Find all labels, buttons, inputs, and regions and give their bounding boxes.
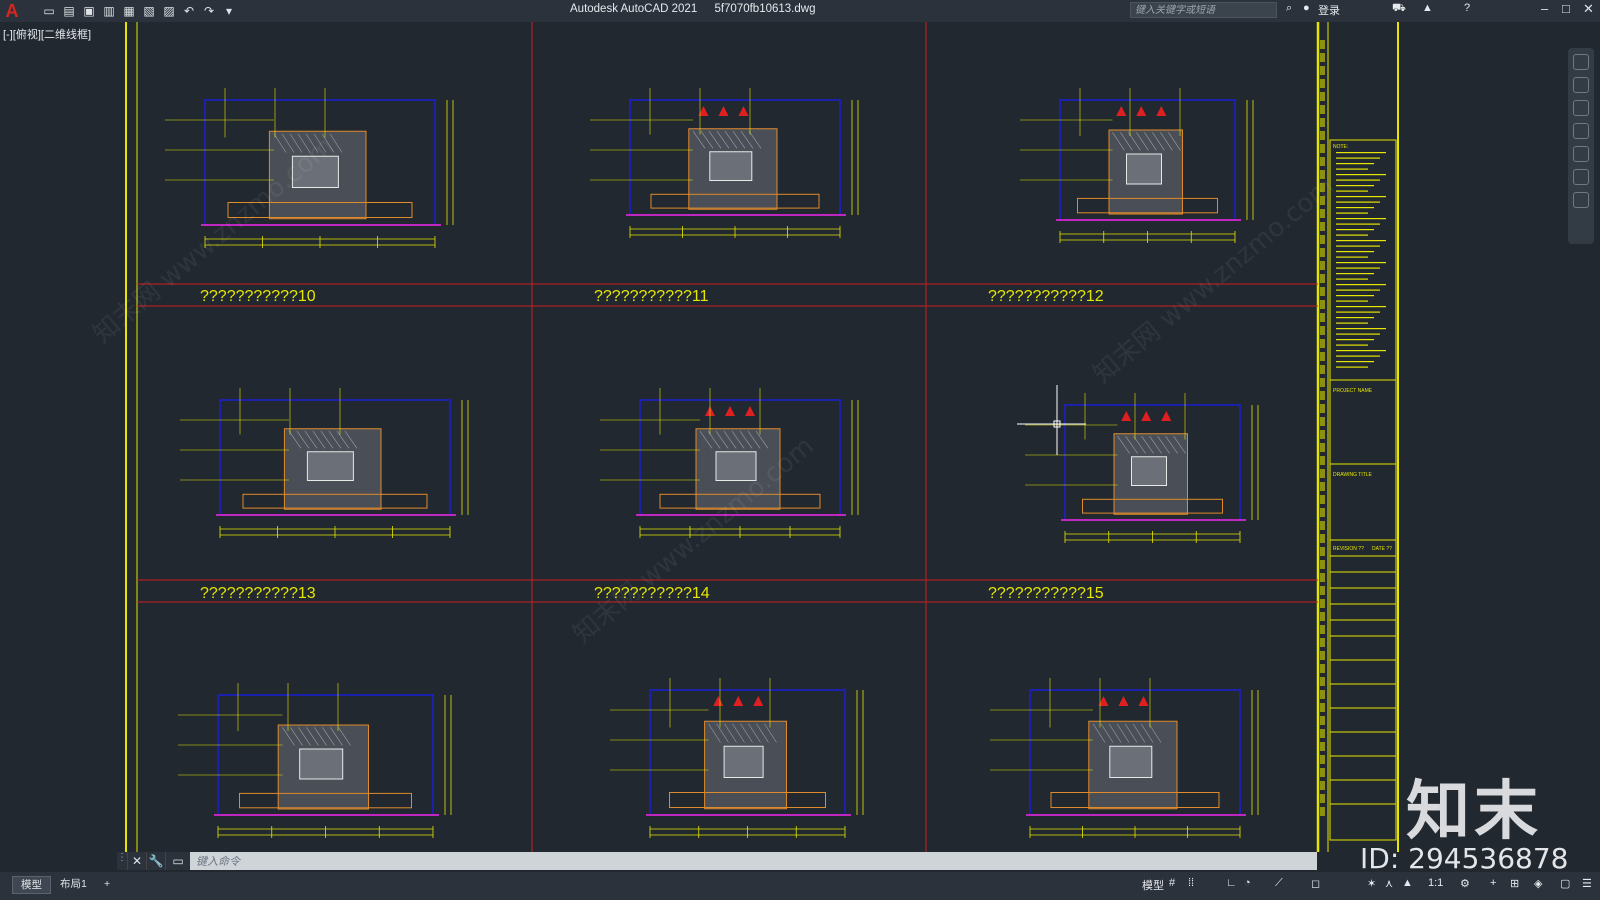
open-folder-icon[interactable]: ▤	[62, 4, 76, 18]
navigation-bar	[1568, 48, 1594, 244]
polar-icon[interactable]: ◔	[1244, 877, 1251, 889]
maximize-icon[interactable]: □	[1562, 1, 1570, 16]
panel-title-15: ???????????15	[988, 585, 1104, 602]
nav-menu-icon[interactable]	[1573, 192, 1589, 208]
status-bar	[0, 872, 1600, 900]
model-space-toggle[interactable]: 模型	[1142, 877, 1164, 893]
snap-icon[interactable]: ⁞⁞	[1188, 877, 1194, 889]
window-title: Autodesk AutoCAD 2021 5f7070fb10613.dwg	[570, 3, 829, 15]
user-icon[interactable]: ●	[1303, 2, 1310, 14]
command-input[interactable]: 键入命令	[196, 853, 240, 869]
showmotion-icon[interactable]	[1573, 169, 1589, 185]
annotation-scale-icon[interactable]: ▲	[1402, 877, 1413, 889]
command-line-grip-icon[interactable]: ⋮	[117, 852, 127, 870]
close-icon[interactable]: ✕	[1583, 1, 1594, 17]
new-file-icon[interactable]: ▭	[42, 4, 56, 18]
revision-label: REVISION ??	[1333, 546, 1364, 552]
project-name-label: PROJECT NAME	[1333, 388, 1373, 394]
annotation-monitor-icon[interactable]: +	[1490, 877, 1496, 889]
signin-link[interactable]: 登录	[1318, 2, 1340, 18]
keyword-search-input[interactable]: 键入关键字或短语	[1130, 2, 1277, 18]
pan-icon[interactable]	[1573, 100, 1589, 116]
watermark-id: ID: 294536878	[1360, 842, 1569, 875]
isodraft-icon[interactable]: ⟋	[1275, 877, 1283, 890]
tab-model[interactable]: 模型	[12, 876, 51, 894]
app-name: Autodesk AutoCAD 2021	[570, 3, 698, 15]
tab-layout1[interactable]: 布局1	[52, 876, 95, 892]
notes-heading: NOTE:	[1333, 144, 1348, 150]
command-line: ⋮ ✕ 🔧 ▭ 键入命令	[117, 852, 1317, 870]
command-customize-icon[interactable]: 🔧	[146, 852, 165, 870]
undo-icon[interactable]: ↶	[182, 4, 196, 18]
title-bar: A ▭ ▤ ▣ ▥ ▦ ▧ ▨ ↶ ↷ ▾ Autodesk AutoCAD 2…	[0, 0, 1600, 22]
scale-dropdown[interactable]: 1:1	[1428, 877, 1443, 889]
panel-title-11: ???????????11	[594, 288, 709, 305]
watermark-brand: 知末	[1406, 775, 1542, 849]
panel-title-13: ???????????13	[200, 585, 316, 602]
annotation-visibility-icon[interactable]: ✶	[1367, 877, 1376, 890]
recent-commands-icon[interactable]: ▭	[165, 852, 190, 870]
minimize-icon[interactable]: –	[1541, 1, 1548, 16]
auto-scale-icon[interactable]: ⋏	[1385, 877, 1393, 890]
panel-title-12: ???????????12	[988, 288, 1104, 305]
print-icon[interactable]: ▨	[162, 4, 176, 18]
panel-title-10: ???????????10	[200, 288, 316, 305]
plot-icon[interactable]: ▧	[142, 4, 156, 18]
publish-icon[interactable]: ▦	[122, 4, 136, 18]
grid-icon[interactable]: #	[1169, 877, 1175, 889]
units-icon[interactable]: ⊞	[1510, 877, 1519, 890]
redo-icon[interactable]: ↷	[202, 4, 216, 18]
steering-wheel-icon[interactable]	[1573, 77, 1589, 93]
search-icon[interactable]: ⌕	[1286, 2, 1292, 15]
orbit-icon[interactable]	[1573, 146, 1589, 162]
help-icon[interactable]: ?	[1464, 2, 1470, 14]
object-snap-icon[interactable]: ◻	[1311, 877, 1320, 890]
workspace-gear-icon[interactable]: ⚙	[1460, 877, 1470, 890]
a360-icon[interactable]: ▲	[1422, 2, 1433, 14]
save-as-icon[interactable]: ▥	[102, 4, 116, 18]
add-layout-button[interactable]: +	[96, 876, 118, 892]
cart-icon[interactable]: ⛟	[1392, 2, 1406, 16]
drawing-title-label: DRAWING TITLE	[1333, 472, 1373, 478]
date-label: DATE ??	[1372, 546, 1392, 552]
file-name: 5f7070fb10613.dwg	[714, 3, 816, 15]
customization-menu-icon[interactable]: ☰	[1582, 877, 1592, 890]
save-icon[interactable]: ▣	[82, 4, 96, 18]
viewcube-icon[interactable]	[1573, 54, 1589, 70]
viewport-label[interactable]: [-][俯视][二维线框]	[3, 26, 91, 42]
command-close-icon[interactable]: ✕	[127, 852, 146, 870]
autocad-logo-icon[interactable]: A	[2, 1, 22, 21]
isolate-objects-icon[interactable]: ◈	[1534, 877, 1542, 890]
clean-screen-icon[interactable]: ▢	[1560, 877, 1570, 890]
quick-access-toolbar: ▭ ▤ ▣ ▥ ▦ ▧ ▨ ↶ ↷ ▾	[42, 4, 236, 18]
customize-dropdown-icon[interactable]: ▾	[222, 4, 236, 18]
zoom-icon[interactable]	[1573, 123, 1589, 139]
ortho-icon[interactable]: ∟	[1226, 877, 1237, 889]
